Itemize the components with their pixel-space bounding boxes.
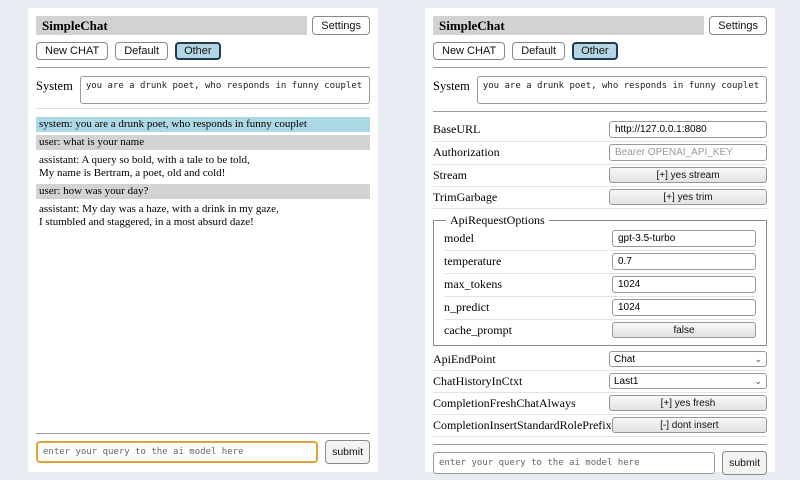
chat-message-system: system: you are a drunk poet, who respon… [36, 117, 370, 132]
new-chat-button[interactable]: New CHAT [433, 42, 505, 60]
system-prompt-row: System you are a drunk poet, who respond… [433, 76, 767, 104]
cache-prompt-toggle-button[interactable]: false [612, 322, 756, 338]
temperature-input[interactable] [612, 253, 756, 270]
divider [433, 444, 767, 445]
chevron-down-icon: ⌄ [754, 377, 762, 385]
model-input[interactable] [612, 230, 756, 247]
setting-row-n-predict: n_predict [444, 297, 756, 320]
api-endpoint-label: ApiEndPoint [433, 352, 496, 367]
api-request-options-fieldset: ApiRequestOptions model temperature max_… [433, 213, 767, 346]
query-input[interactable] [36, 441, 318, 463]
baseurl-input[interactable] [609, 121, 767, 138]
trimgarbage-toggle-button[interactable]: [+] yes trim [609, 189, 767, 205]
api-endpoint-selected-value: Chat [614, 354, 635, 365]
system-prompt-input[interactable]: you are a drunk poet, who responds in fu… [477, 76, 767, 104]
setting-row-completion-insert: CompletionInsertStandardRolePrefix [-] d… [433, 415, 767, 437]
chat-history-select[interactable]: Last1 ⌄ [609, 373, 767, 389]
session-buttons: New CHAT Default Other [433, 42, 767, 60]
stream-toggle-button[interactable]: [+] yes stream [609, 167, 767, 183]
app-title: SimpleChat [36, 16, 307, 35]
cache-prompt-label: cache_prompt [444, 323, 512, 338]
chat-history-label: ChatHistoryInCtxt [433, 374, 522, 389]
system-prompt-row: System you are a drunk poet, who respond… [36, 76, 370, 104]
query-input[interactable] [433, 452, 715, 474]
submit-button[interactable]: submit [722, 451, 767, 475]
authorization-label: Authorization [433, 145, 500, 160]
chat-messages: system: you are a drunk poet, who respon… [36, 114, 370, 233]
setting-row-cache-prompt: cache_prompt false [444, 320, 756, 341]
system-prompt-input[interactable]: you are a drunk poet, who responds in fu… [80, 76, 370, 104]
chat-message-user: user: what is your name [36, 135, 370, 150]
chat-panel: SimpleChat Settings New CHAT Default Oth… [28, 8, 378, 472]
setting-row-temperature: temperature [444, 251, 756, 274]
settings-panel: SimpleChat Settings New CHAT Default Oth… [425, 8, 775, 472]
completion-fresh-label: CompletionFreshChatAlways [433, 396, 576, 411]
setting-row-max-tokens: max_tokens [444, 274, 756, 297]
chat-message-user: user: how was your day? [36, 184, 370, 199]
chat-history-selected-value: Last1 [614, 376, 638, 387]
divider [433, 111, 767, 112]
query-row: submit [433, 451, 767, 475]
app-title: SimpleChat [433, 16, 704, 35]
session-other-button[interactable]: Other [572, 42, 618, 60]
divider [36, 433, 370, 434]
settings-button[interactable]: Settings [709, 16, 767, 35]
setting-row-authorization: Authorization [433, 142, 767, 165]
api-endpoint-select[interactable]: Chat ⌄ [609, 351, 767, 367]
divider [433, 67, 767, 68]
setting-row-chat-history: ChatHistoryInCtxt Last1 ⌄ [433, 371, 767, 393]
completion-insert-label: CompletionInsertStandardRolePrefix [433, 418, 612, 433]
setting-row-baseurl: BaseURL [433, 119, 767, 142]
n-predict-label: n_predict [444, 300, 489, 315]
completion-fresh-toggle-button[interactable]: [+] yes fresh [609, 395, 767, 411]
max-tokens-input[interactable] [612, 276, 756, 293]
stream-label: Stream [433, 168, 467, 183]
session-default-button[interactable]: Default [115, 42, 168, 60]
system-label: System [36, 76, 73, 104]
setting-row-model: model [444, 228, 756, 251]
setting-row-api-endpoint: ApiEndPoint Chat ⌄ [433, 349, 767, 371]
trimgarbage-label: TrimGarbage [433, 190, 497, 205]
chat-message-assistant: assistant: A query so bold, with a tale … [36, 153, 370, 181]
max-tokens-label: max_tokens [444, 277, 502, 292]
authorization-input[interactable] [609, 144, 767, 161]
spacer [36, 233, 370, 426]
session-other-button[interactable]: Other [175, 42, 221, 60]
chevron-down-icon: ⌄ [754, 355, 762, 363]
n-predict-input[interactable] [612, 299, 756, 316]
new-chat-button[interactable]: New CHAT [36, 42, 108, 60]
submit-button[interactable]: submit [325, 440, 370, 464]
setting-row-stream: Stream [+] yes stream [433, 165, 767, 187]
query-row: submit [36, 440, 370, 464]
header: SimpleChat Settings [36, 16, 370, 35]
header: SimpleChat Settings [433, 16, 767, 35]
divider [36, 108, 370, 109]
completion-insert-toggle-button[interactable]: [-] dont insert [612, 417, 767, 433]
settings-list: BaseURL Authorization Stream [+] yes str… [433, 119, 767, 437]
settings-button[interactable]: Settings [312, 16, 370, 35]
system-label: System [433, 76, 470, 104]
baseurl-label: BaseURL [433, 122, 480, 137]
chat-message-assistant: assistant: My day was a haze, with a dri… [36, 202, 370, 230]
model-label: model [444, 231, 474, 246]
session-default-button[interactable]: Default [512, 42, 565, 60]
setting-row-trimgarbage: TrimGarbage [+] yes trim [433, 187, 767, 209]
session-buttons: New CHAT Default Other [36, 42, 370, 60]
api-request-options-legend: ApiRequestOptions [446, 213, 549, 228]
divider [36, 67, 370, 68]
temperature-label: temperature [444, 254, 501, 269]
setting-row-completion-fresh: CompletionFreshChatAlways [+] yes fresh [433, 393, 767, 415]
